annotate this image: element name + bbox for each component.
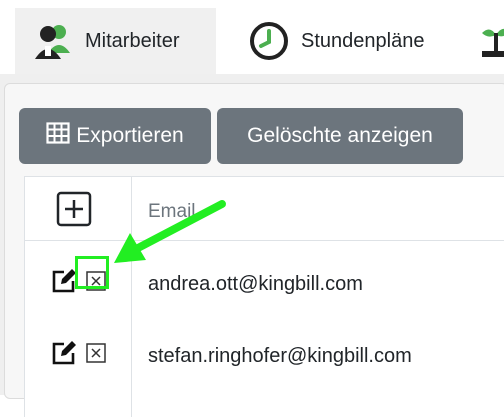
- annotation-arrow-icon: [114, 200, 226, 263]
